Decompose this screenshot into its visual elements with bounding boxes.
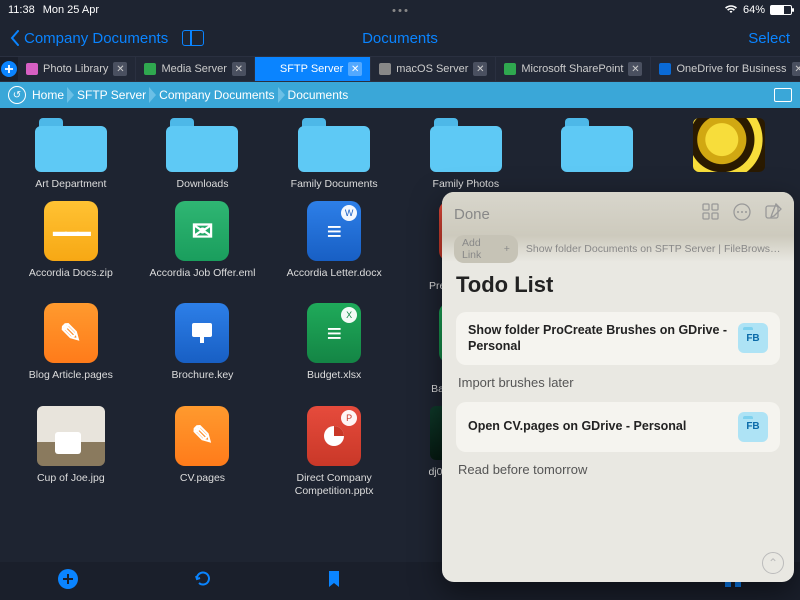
note-line[interactable]: Read before tomorrow (458, 462, 780, 477)
close-tab-icon[interactable]: ✕ (628, 62, 642, 76)
done-button[interactable]: Done (454, 206, 490, 223)
battery-pct: 64% (743, 4, 765, 16)
nav-bar: Company Documents Documents Select (0, 20, 800, 56)
battery-icon (770, 5, 792, 15)
back-label: Company Documents (24, 30, 168, 47)
bookmark-button[interactable] (327, 570, 341, 593)
folder-item[interactable]: Family Photos (405, 118, 527, 191)
scroll-to-top-icon[interactable]: ⌃ (762, 552, 784, 574)
tab[interactable]: Media Server✕ (136, 57, 254, 81)
gallery-view-icon[interactable] (702, 203, 719, 226)
page-title: Documents (362, 30, 438, 47)
breadcrumb: ↺ Home SFTP Server Company Documents Docume… (0, 82, 800, 108)
add-link-pill[interactable]: Add Link+ (454, 235, 518, 263)
file-item[interactable]: PDirect Company Competition.pptx (273, 406, 395, 498)
tab[interactable]: SFTP Server✕ (255, 57, 371, 81)
breadcrumb-segment[interactable]: Company Documents (159, 88, 274, 102)
close-tab-icon[interactable]: ✕ (113, 62, 127, 76)
file-item[interactable]: ✎Blog Article.pages (10, 303, 132, 395)
file-item[interactable]: ✉Accordia Job Offer.eml (142, 201, 264, 293)
popup-toolbar: Done (442, 192, 794, 236)
close-tab-icon[interactable]: ✕ (232, 62, 246, 76)
file-item[interactable]: ✎CV.pages (142, 406, 264, 498)
file-item[interactable]: X≡Budget.xlsx (273, 303, 395, 395)
history-icon[interactable]: ↺ (8, 86, 26, 104)
note-line[interactable]: Import brushes later (458, 375, 780, 390)
file-item[interactable] (668, 118, 790, 191)
todo-card[interactable]: Open CV.pages on GDrive - PersonalFB (456, 402, 780, 452)
breadcrumb-segment[interactable]: SFTP Server (77, 88, 146, 102)
tab[interactable]: Microsoft SharePoint✕ (496, 57, 651, 81)
tab[interactable]: OneDrive for Business✕ (651, 57, 800, 81)
file-item[interactable]: W≡Accordia Letter.docx (273, 201, 395, 293)
add-button[interactable] (57, 568, 79, 595)
chevron-left-icon (10, 30, 20, 46)
close-tab-icon[interactable]: ✕ (792, 62, 800, 76)
close-tab-icon[interactable]: ✕ (348, 62, 362, 76)
refresh-button[interactable] (193, 569, 213, 594)
tab[interactable]: macOS Server✕ (371, 57, 496, 81)
add-tab-button[interactable] (0, 57, 18, 81)
folder-item[interactable]: Family Documents (273, 118, 395, 191)
folder-item[interactable] (537, 118, 659, 191)
popup-crumb-text: Show folder Documents on SFTP Server | F… (526, 243, 782, 255)
file-item[interactable]: ▬▬▬Accordia Docs.zip (10, 201, 132, 293)
breadcrumb-segment[interactable]: Documents (288, 88, 349, 102)
notes-popup: Done Add Link+ Show folder Documents on … (442, 192, 794, 582)
close-tab-icon[interactable]: ✕ (473, 62, 487, 76)
cast-icon[interactable] (774, 88, 792, 102)
todo-card[interactable]: Show folder ProCreate Brushes on GDrive … (456, 312, 780, 365)
more-icon[interactable] (733, 203, 751, 226)
popup-breadcrumb: Add Link+ Show folder Documents on SFTP … (442, 236, 794, 262)
sidebar-toggle-icon[interactable] (182, 30, 204, 46)
filebrowser-badge-icon: FB (738, 412, 768, 442)
status-bar: 11:38 Mon 25 Apr 64% (0, 0, 800, 20)
compose-icon[interactable] (765, 203, 782, 226)
multitask-dots[interactable] (393, 9, 408, 12)
tab-bar: Photo Library✕Media Server✕SFTP Server✕m… (0, 56, 800, 82)
folder-item[interactable]: Downloads (142, 118, 264, 191)
wifi-icon (724, 4, 738, 17)
status-date: Mon 25 Apr (43, 4, 99, 16)
file-item[interactable]: Brochure.key (142, 303, 264, 395)
status-time: 11:38 (8, 4, 35, 16)
breadcrumb-segment[interactable]: Home (32, 88, 64, 102)
select-button[interactable]: Select (748, 30, 790, 47)
back-button[interactable]: Company Documents (10, 30, 204, 47)
folder-item[interactable]: Art Department (10, 118, 132, 191)
note-title: Todo List (456, 272, 780, 298)
filebrowser-badge-icon: FB (738, 323, 768, 353)
tab[interactable]: Photo Library✕ (18, 57, 136, 81)
file-item[interactable]: Cup of Joe.jpg (10, 406, 132, 498)
popup-body: Todo List Show folder ProCreate Brushes … (442, 262, 794, 582)
